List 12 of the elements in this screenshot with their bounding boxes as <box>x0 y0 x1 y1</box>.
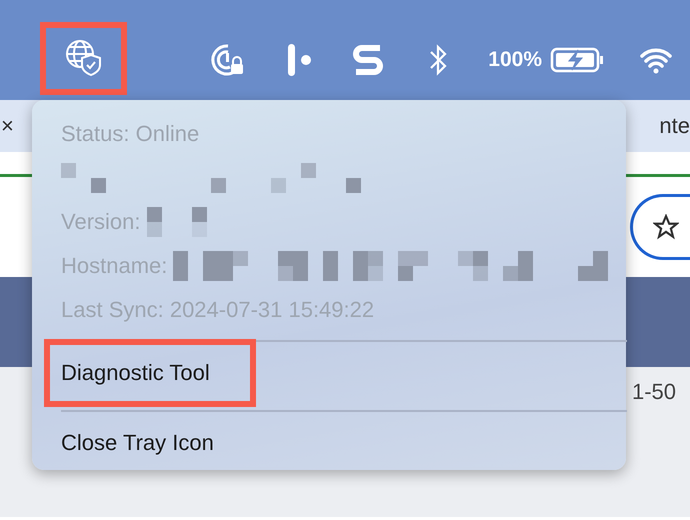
page-range: 1-50 <box>632 379 676 405</box>
menu-item[interactable]: Diagnostic Tool <box>44 339 256 407</box>
menu-info-text: Status: Online <box>61 121 200 147</box>
tab-title[interactable]: nte <box>659 113 690 139</box>
menu-item[interactable]: Close Tray Icon <box>44 409 260 477</box>
tray-button[interactable] <box>40 22 127 94</box>
menu-info-label: Hostname: <box>61 253 168 279</box>
menu-info-label: Version: <box>61 209 140 235</box>
battery-percent: 100% <box>488 48 542 72</box>
redacted-drawing <box>146 207 206 237</box>
tab-close-button[interactable]: × <box>1 113 14 139</box>
star-icon[interactable] <box>653 214 679 240</box>
